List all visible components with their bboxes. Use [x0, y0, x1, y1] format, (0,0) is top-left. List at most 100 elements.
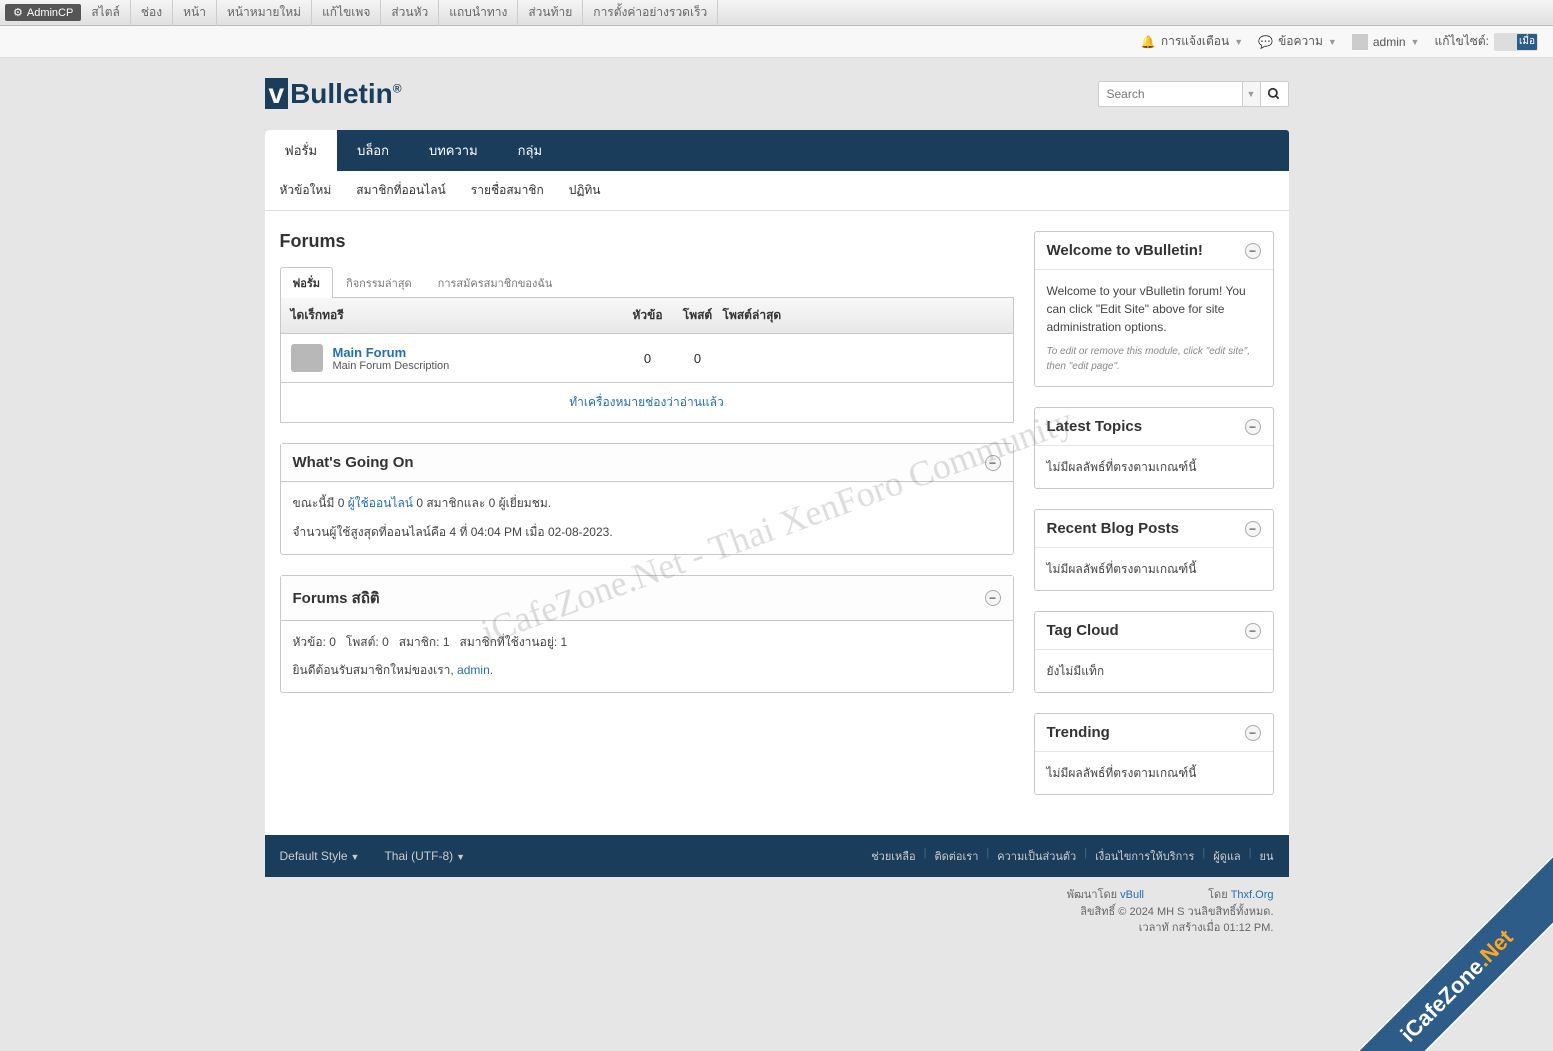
collapse-button[interactable]: −	[1245, 725, 1261, 741]
forum-row[interactable]: Main Forum Main Forum Description 0 0	[280, 334, 1014, 383]
bell-icon: 🔔	[1141, 35, 1156, 49]
forum-post-count: 0	[673, 351, 723, 366]
avatar-icon	[1352, 34, 1368, 50]
chevron-down-icon: ▼	[1411, 37, 1420, 47]
forum-table-header: ไดเร็กทอรี หัวข้อ โพสต์ โพสต์ล่าสุด	[280, 298, 1014, 334]
whats-going-on-module: What's Going On − ขณะนี้มี 0 ผู้ใช้ออนไล…	[280, 443, 1014, 555]
footer-other[interactable]: ยน	[1260, 847, 1274, 865]
toggle-switch[interactable]: เมื่อ	[1494, 33, 1538, 51]
welcome-text: ยินดีต้อนรับสมาชิกใหม่ของเรา,	[293, 663, 458, 677]
collapse-button[interactable]: −	[1245, 419, 1261, 435]
edit-site-toggle[interactable]: แก้ไขไซต์: เมื่อ	[1434, 32, 1538, 51]
tag-cloud-body: ยังไม่มีแท็ก	[1035, 649, 1273, 692]
welcome-title: Welcome to vBulletin!	[1047, 242, 1203, 259]
online-text: ขณะนี้มี 0	[293, 496, 348, 510]
footer-admin[interactable]: ผู้ดูแล	[1213, 847, 1240, 865]
forum-stats-title: Forums สถิติ	[293, 586, 380, 610]
trending-body: ไม่มีผลลัพธ์ที่ตรงตามเกณฑ์นี้	[1035, 751, 1273, 794]
latest-topics-title: Latest Topics	[1047, 418, 1143, 435]
search-input[interactable]	[1098, 81, 1243, 107]
admincp-button[interactable]: AdminCP	[5, 4, 81, 21]
forum-icon	[291, 344, 323, 372]
search-button[interactable]	[1261, 81, 1289, 107]
badge-text-b: .Net	[1471, 925, 1518, 972]
collapse-button[interactable]: −	[1245, 243, 1261, 259]
collapse-button[interactable]: −	[1245, 521, 1261, 537]
user-menu[interactable]: admin ▼	[1352, 34, 1420, 50]
nav-groups[interactable]: กลุ่ม	[498, 130, 562, 171]
topbar-newpage[interactable]: หน้าหมายใหม่	[217, 0, 312, 26]
stat-topics: หัวข้อ: 0	[293, 635, 336, 649]
welcome-body: Welcome to your vBulletin forum! You can…	[1047, 284, 1246, 334]
collapse-button[interactable]: −	[1245, 623, 1261, 639]
chevron-down-icon: ▼	[1328, 37, 1337, 47]
topbar-style[interactable]: สไตล์	[81, 0, 131, 26]
footer-help[interactable]: ช่วยเหลือ	[871, 847, 915, 865]
credit-text: พัฒนาโดย	[1067, 889, 1120, 901]
trending-module: Trending − ไม่มีผลลัพธ์ที่ตรงตามเกณฑ์นี้	[1034, 713, 1274, 795]
tab-subscriptions[interactable]: การสมัครสมาชิกของฉัน	[425, 267, 566, 298]
mark-read-row: ทำเครื่องหมายช่องว่าอ่านแล้ว	[280, 383, 1014, 423]
messages-menu[interactable]: 💬 ข้อความ ▼	[1258, 32, 1337, 51]
topbar-nav[interactable]: แถบนำทาง	[439, 0, 518, 26]
topbar-page[interactable]: หน้า	[173, 0, 217, 26]
subnav-newtopics[interactable]: หัวข้อใหม่	[280, 181, 332, 200]
style-chooser[interactable]: Default Style▼	[280, 849, 360, 863]
language-chooser[interactable]: Thai (UTF-8)▼	[384, 849, 465, 863]
mark-read-link[interactable]: ทำเครื่องหมายช่องว่าอ่านแล้ว	[569, 395, 724, 409]
recent-blog-title: Recent Blog Posts	[1047, 520, 1180, 537]
whats-going-on-title: What's Going On	[293, 454, 414, 471]
topbar-footer[interactable]: ส่วนท้าย	[518, 0, 583, 26]
lang-label: Thai (UTF-8)	[384, 849, 453, 863]
edit-site-label: แก้ไขไซต์:	[1434, 32, 1489, 51]
header-topics: หัวข้อ	[623, 306, 673, 325]
topbar-channel[interactable]: ช่อง	[131, 0, 173, 26]
notifications-label: การแจ้งเตือน	[1161, 32, 1229, 51]
footer-terms[interactable]: เงื่อนไขการให้บริการ	[1095, 847, 1194, 865]
footer-bar: Default Style▼ Thai (UTF-8)▼ ช่วยเหลือ| …	[265, 835, 1289, 877]
style-label: Default Style	[280, 849, 348, 863]
thxf-link[interactable]: Thxf.Org	[1231, 889, 1274, 901]
latest-topics-body: ไม่มีผลลัพธ์ที่ตรงตามเกณฑ์นี้	[1035, 445, 1273, 488]
copyright-text: ลิขสิทธิ์ © 2024 MH S วนลิขสิทธิ์ทั้งหมด…	[280, 904, 1274, 921]
collapse-button[interactable]: −	[985, 455, 1001, 471]
sub-nav: หัวข้อใหม่ สมาชิกที่ออนไลน์ รายชื่อสมาชิ…	[265, 171, 1289, 211]
nav-forum[interactable]: ฟอรั่ม	[265, 130, 338, 171]
topbar-editpage[interactable]: แก้ไขเพจ	[312, 0, 381, 26]
chevron-down-icon: ▼	[1234, 37, 1243, 47]
vbulletin-link[interactable]: vBull	[1120, 889, 1144, 901]
footer-contact[interactable]: ติดต่อเรา	[935, 847, 979, 865]
badge-text-a: iCafeZone	[1396, 954, 1489, 1047]
subnav-members[interactable]: รายชื่อสมาชิก	[471, 181, 544, 200]
users-online-link[interactable]: ผู้ใช้ออนไลน์	[348, 496, 413, 510]
time-text: เวลาทั กสร้างเมื่อ 01:12 PM.	[280, 920, 1274, 937]
newest-member-link[interactable]: admin	[457, 663, 490, 677]
search-dropdown[interactable]: ▼	[1243, 81, 1261, 107]
logo[interactable]: vvBulletinBulletin®	[265, 78, 402, 110]
tab-latest[interactable]: กิจกรรมล่าสุด	[333, 267, 425, 298]
subnav-online[interactable]: สมาชิกที่ออนไลน์	[356, 181, 446, 200]
message-icon: 💬	[1258, 35, 1273, 49]
forum-name-link[interactable]: Main Forum	[333, 345, 623, 360]
welcome-module: Welcome to vBulletin! − Welcome to your …	[1034, 231, 1274, 387]
forum-topic-count: 0	[623, 351, 673, 366]
footer-credits: พัฒนาโดย vBull โดย Thxf.Org ลิขสิทธิ์ © …	[265, 877, 1289, 947]
toggle-on-label: เมื่อ	[1517, 34, 1537, 50]
welcome-note: To edit or remove this module, click "ed…	[1047, 344, 1261, 374]
topbar-quicksettings[interactable]: การตั้งค่าอย่างรวดเร็ว	[583, 0, 718, 26]
tab-forum[interactable]: ฟอรั่ม	[280, 267, 334, 298]
topbar-header[interactable]: ส่วนหัว	[381, 0, 439, 26]
stat-members: สมาชิก: 1	[399, 635, 450, 649]
content-tabs: ฟอรั่ม กิจกรรมล่าสุด การสมัครสมาชิกของฉั…	[280, 267, 1014, 298]
header-directory: ไดเร็กทอรี	[291, 306, 623, 325]
subnav-calendar[interactable]: ปฏิทิน	[569, 181, 601, 200]
footer-privacy[interactable]: ความเป็นส่วนตัว	[997, 847, 1076, 865]
search-icon	[1267, 87, 1281, 101]
nav-blog[interactable]: บล็อก	[337, 130, 409, 171]
notifications-menu[interactable]: 🔔 การแจ้งเตือน ▼	[1141, 32, 1243, 51]
online-text-b: 0 สมาชิกและ 0 ผู้เยี่ยมชม.	[413, 496, 551, 510]
main-nav: ฟอรั่ม บล็อก บทความ กลุ่ม	[265, 130, 1289, 171]
collapse-button[interactable]: −	[985, 590, 1001, 606]
nav-articles[interactable]: บทความ	[409, 130, 498, 171]
page-title: Forums	[280, 231, 1014, 252]
